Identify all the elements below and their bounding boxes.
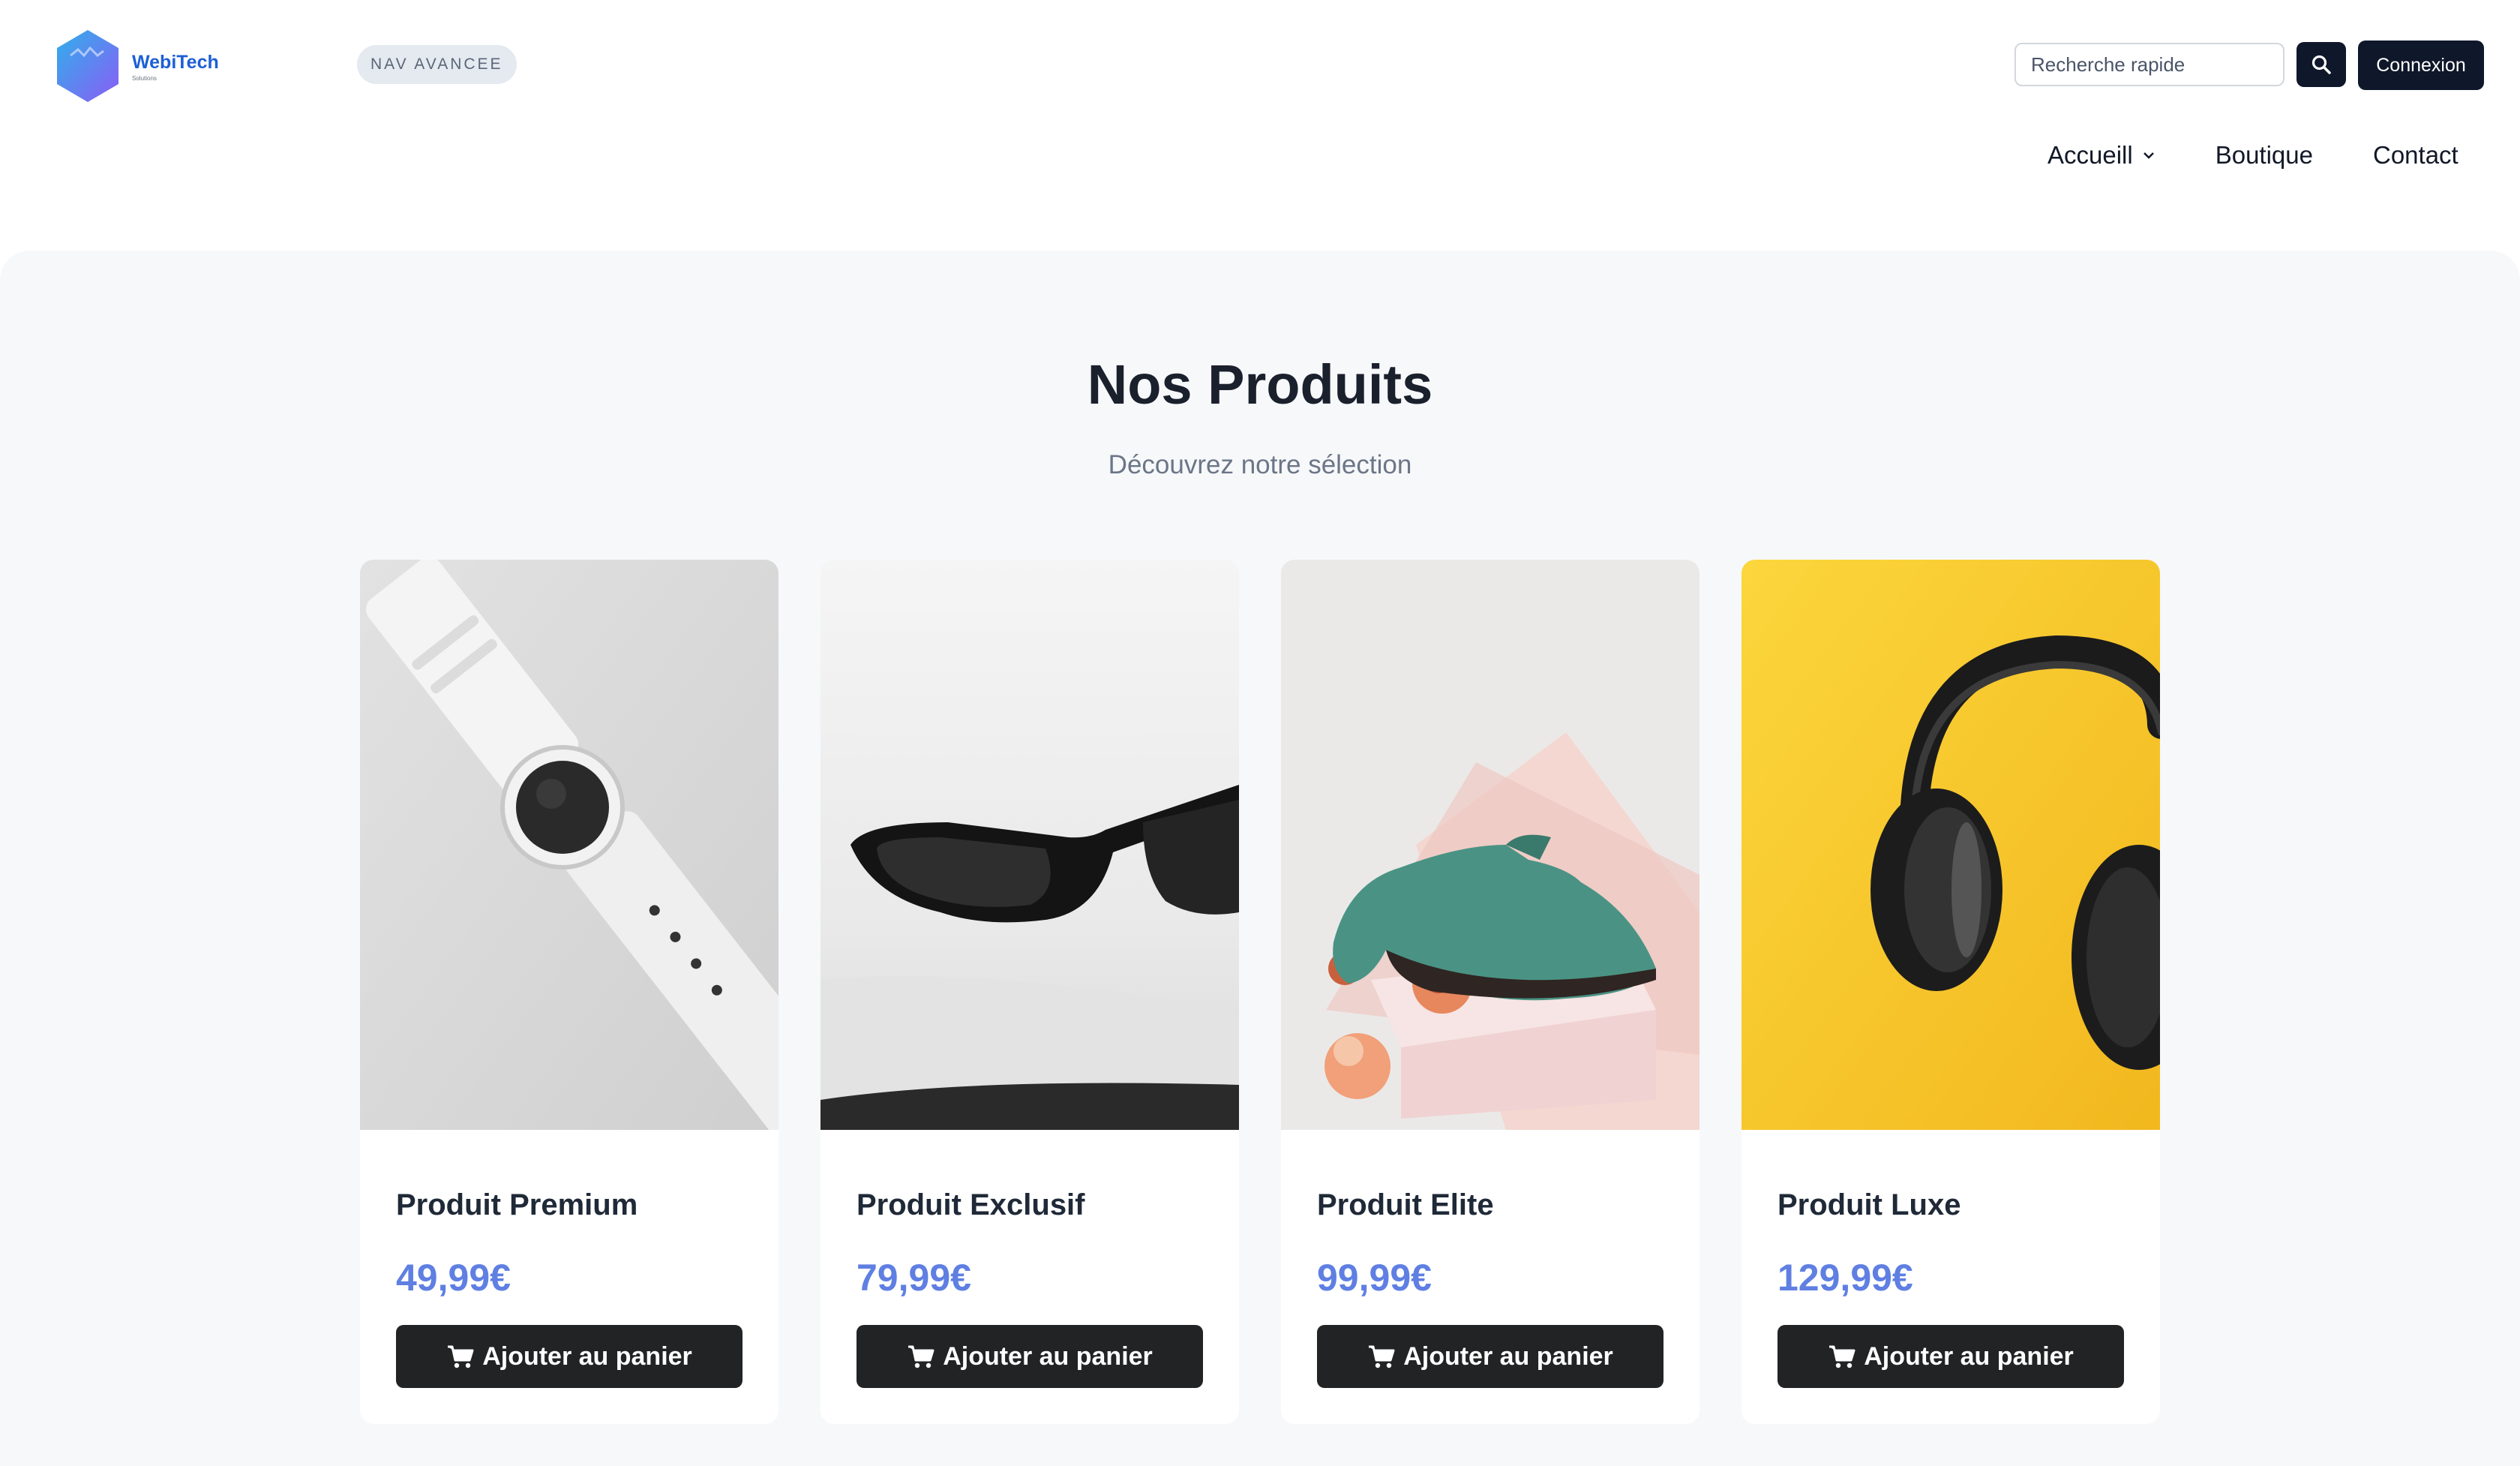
add-to-cart-label: Ajouter au panier (1864, 1341, 2074, 1371)
nav-item-boutique[interactable]: Boutique (2216, 141, 2313, 170)
chevron-down-icon (2143, 152, 2154, 159)
site-header: WebiTech Solutions NAV AVANCEE Connexion… (0, 0, 2520, 251)
product-title: Produit Premium (396, 1188, 638, 1221)
products-section: Nos Produits Découvrez notre sélection P… (0, 251, 2520, 1466)
section-title: Nos Produits (1087, 353, 1433, 416)
login-button[interactable]: Connexion (2358, 41, 2484, 90)
nav-item-label: Boutique (2215, 141, 2313, 169)
product-card[interactable]: Produit Elite 99,99€ Ajouter au panier (1281, 560, 1700, 1424)
nav-item-accueil[interactable]: Accueill (2048, 141, 2156, 170)
search-input[interactable] (2014, 43, 2284, 86)
product-price: 49,99€ (396, 1257, 511, 1299)
product-price: 99,99€ (1317, 1257, 1432, 1299)
nav-item-contact[interactable]: Contact (2373, 141, 2458, 170)
cart-icon (908, 1345, 934, 1368)
brand-name: WebiTech (132, 51, 219, 73)
product-price: 129,99€ (1778, 1257, 1913, 1299)
brand-logo[interactable]: WebiTech Solutions (54, 29, 219, 104)
add-to-cart-label: Ajouter au panier (943, 1341, 1153, 1371)
add-to-cart-label: Ajouter au panier (482, 1341, 692, 1371)
nav-item-label: Contact (2373, 141, 2458, 169)
cart-icon (448, 1345, 474, 1368)
product-title: Produit Luxe (1778, 1188, 1961, 1221)
product-image-shoe[interactable] (1281, 560, 1700, 1130)
cart-icon (1829, 1345, 1856, 1368)
add-to-cart-button[interactable]: Ajouter au panier (1317, 1325, 1664, 1388)
add-to-cart-button[interactable]: Ajouter au panier (856, 1325, 1203, 1388)
add-to-cart-button[interactable]: Ajouter au panier (396, 1325, 742, 1388)
product-card[interactable]: Produit Luxe 129,99€ Ajouter au panier (1742, 560, 2160, 1424)
add-to-cart-button[interactable]: Ajouter au panier (1778, 1325, 2124, 1388)
product-title: Produit Elite (1317, 1188, 1494, 1221)
product-image-headphones[interactable] (1742, 560, 2160, 1130)
main-nav: Accueill Boutique Contact (2048, 141, 2458, 170)
product-grid: Produit Premium 49,99€ Ajouter au panier (360, 560, 2160, 1424)
cart-icon (1369, 1345, 1395, 1368)
add-to-cart-label: Ajouter au panier (1403, 1341, 1613, 1371)
product-price: 79,99€ (856, 1257, 971, 1299)
brand-tagline: Solutions (132, 74, 157, 82)
product-title: Produit Exclusif (856, 1188, 1085, 1221)
nav-item-label: Accueill (2048, 141, 2133, 169)
nav-badge: NAV AVANCEE (357, 45, 517, 84)
search-button[interactable] (2296, 42, 2346, 87)
product-image-sunglasses[interactable] (820, 560, 1239, 1130)
product-card[interactable]: Produit Exclusif 79,99€ Ajouter au panie… (820, 560, 1239, 1424)
product-card[interactable]: Produit Premium 49,99€ Ajouter au panier (360, 560, 778, 1424)
search-icon (2312, 55, 2331, 74)
section-subtitle: Découvrez notre sélection (1108, 450, 1412, 479)
product-image-watch[interactable] (360, 560, 778, 1130)
hexagon-logo-icon (57, 30, 118, 102)
